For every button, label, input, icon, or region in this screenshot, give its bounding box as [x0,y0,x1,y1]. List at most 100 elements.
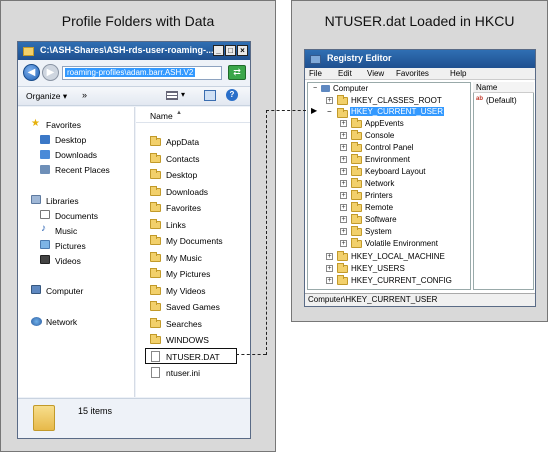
key-folder-icon [351,214,362,224]
menu-item[interactable]: Help [450,69,466,78]
nav-music[interactable]: Music [55,226,77,236]
folder-icon [150,301,161,311]
go-button[interactable]: ⇄ [228,65,246,80]
registry-key[interactable]: Printers [365,191,393,200]
file-list-item[interactable]: Favorites [166,203,201,213]
nav-computer[interactable]: Computer [46,286,83,296]
registry-key[interactable]: Console [365,131,394,140]
key-expander[interactable]: + [340,156,347,163]
registry-key[interactable]: Environment [365,155,410,164]
file-list-item[interactable]: My Pictures [166,269,210,279]
key-expander[interactable]: + [340,240,347,247]
maximize-button[interactable]: □ [225,45,236,56]
key-expander[interactable]: + [340,192,347,199]
nav-network[interactable]: Network [46,317,77,327]
back-button[interactable]: ◀ [23,64,40,81]
key-expander[interactable]: + [340,204,347,211]
file-list-item[interactable]: Saved Games [166,302,220,312]
nav-videos[interactable]: Videos [55,256,81,266]
views-dropdown-icon[interactable]: ▾ [181,90,185,99]
file-list-item[interactable]: ntuser.ini [166,368,200,378]
registry-key[interactable]: Control Panel [365,143,413,152]
regedit-menubar: File Edit View Favorites Help [305,68,535,80]
file-list-item[interactable]: Desktop [166,170,197,180]
nav-desktop[interactable]: Desktop [55,135,86,145]
tree-hkcu[interactable]: HKEY_CURRENT_USER [350,107,445,116]
file-list-item[interactable]: My Documents [166,236,223,246]
tree-computer[interactable]: Computer [333,84,368,93]
file-list-item[interactable]: Contacts [166,154,200,164]
folder-icon [150,218,161,229]
file-list-item[interactable]: AppData [166,137,199,147]
key-expander[interactable]: + [340,168,347,175]
registry-key[interactable]: Keyboard Layout [365,167,426,176]
tree-hkcr[interactable]: HKEY_CLASSES_ROOT [351,96,442,105]
registry-key[interactable]: Volatile Environment [365,239,438,248]
computer-expander[interactable]: − [313,85,317,92]
nav-favorites[interactable]: Favorites [46,120,81,130]
status-folder-icon [33,405,55,431]
file-list-item[interactable]: My Videos [166,286,206,296]
folder-icon [150,235,161,245]
organize-button[interactable]: Organize ▾ [26,91,67,102]
key-expander[interactable]: + [340,228,347,235]
preview-pane-icon[interactable] [204,90,216,101]
music-icon: ♪ [41,223,46,234]
file-list-item[interactable]: WINDOWS [166,335,209,345]
close-button[interactable]: × [237,45,248,56]
hkcc-expander[interactable]: + [326,277,333,284]
folder-icon [150,136,161,146]
computer-icon [31,285,41,294]
hklm-expander[interactable]: + [326,253,333,260]
values-name-header[interactable]: Name [473,82,534,93]
help-icon[interactable]: ? [226,89,238,101]
menu-item[interactable]: View [367,69,384,78]
hku-expander[interactable]: + [326,265,333,272]
menu-item[interactable]: Edit [338,69,352,78]
registry-key[interactable]: System [365,227,392,236]
desktop-icon [40,135,50,144]
file-list-item[interactable]: My Music [166,253,202,263]
hkcr-expander[interactable]: + [326,97,333,104]
hku-folder-icon [337,263,348,273]
nav-libraries[interactable]: Libraries [46,196,79,206]
documents-icon [40,210,50,219]
registry-key[interactable]: Network [365,179,394,188]
minimize-button[interactable]: _ [213,45,224,56]
address-bar[interactable]: roaming-profiles\adam.barr.ASH.V2 [62,66,222,80]
key-expander[interactable]: + [340,132,347,139]
key-folder-icon [351,226,362,236]
hklm-folder-icon [337,251,348,261]
string-value-icon: ab [476,96,484,102]
hkcu-expander[interactable]: − [327,107,332,116]
file-list-item[interactable]: Searches [166,319,202,329]
nav-downloads[interactable]: Downloads [55,150,97,160]
explorer-window: C:\ASH-Shares\ASH-rds-user-roaming-... _… [17,41,251,439]
default-value[interactable]: (Default) [486,96,517,105]
menu-item[interactable]: Favorites [396,69,429,78]
nav-recent-places[interactable]: Recent Places [55,165,110,175]
registry-key[interactable]: AppEvents [365,119,404,128]
network-icon [31,317,42,326]
file-list-item[interactable]: Downloads [166,187,208,197]
views-icon[interactable] [166,91,178,100]
regedit-titlebar[interactable]: Registry Editor [305,50,535,68]
registry-key[interactable]: Remote [365,203,393,212]
sort-ascending-icon: ▲ [176,110,182,116]
key-expander[interactable]: + [340,144,347,151]
menu-item[interactable]: File [309,69,322,78]
tree-hklm[interactable]: HKEY_LOCAL_MACHINE [351,252,445,261]
tree-hku[interactable]: HKEY_USERS [351,264,405,273]
forward-button[interactable]: ▶ [42,64,59,81]
nav-documents[interactable]: Documents [55,211,98,221]
name-column-header[interactable]: Name ▲ [136,107,250,123]
chevron-down-icon: ▾ [62,91,68,101]
key-expander[interactable]: + [340,180,347,187]
key-expander[interactable]: + [340,216,347,223]
registry-key[interactable]: Software [365,215,397,224]
file-list-item[interactable]: Links [166,220,186,230]
toolbar-more-button[interactable]: » [82,90,87,100]
tree-hkcc[interactable]: HKEY_CURRENT_CONFIG [351,276,452,285]
nav-pictures[interactable]: Pictures [55,241,86,251]
key-expander[interactable]: + [340,120,347,127]
